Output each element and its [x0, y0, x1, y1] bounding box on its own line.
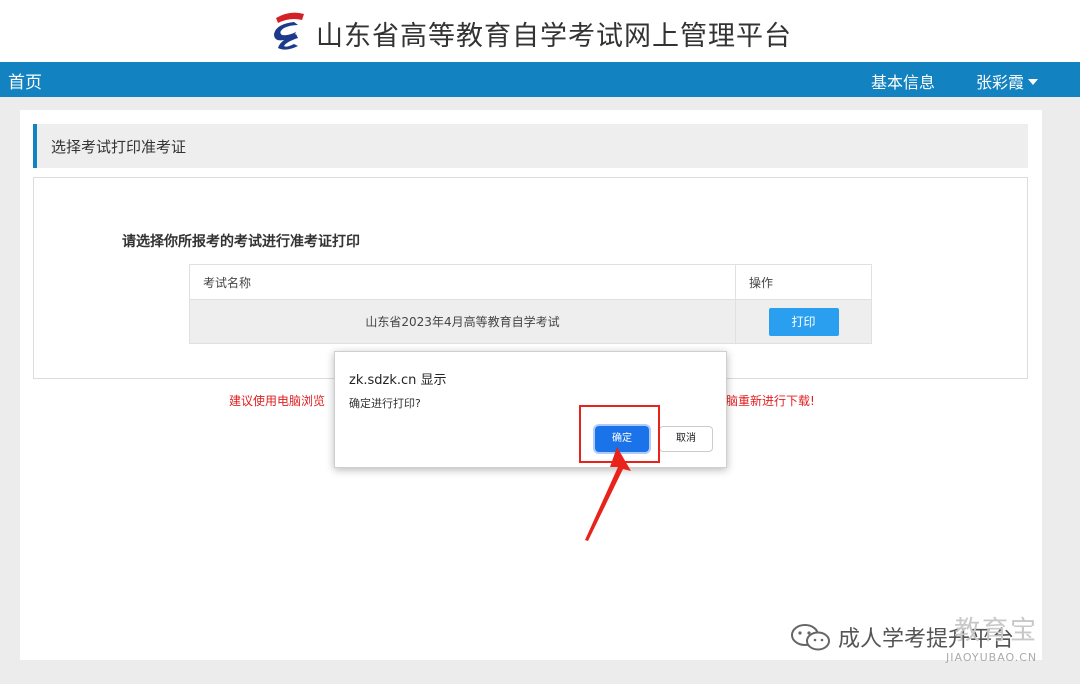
watermark: 成人学考提升平台 教育宝 JIAOYUBAO.CN	[786, 610, 1066, 666]
nav-home-link[interactable]: 首页	[8, 68, 42, 93]
watermark-domain: JIAOYUBAO.CN	[946, 651, 1038, 664]
column-header-exam-name: 考试名称	[189, 264, 736, 300]
watermark-brand: 教育宝	[954, 616, 1039, 646]
instruction-text: 请选择你所报考的考试进行准考证打印	[122, 234, 360, 250]
top-header: 山东省高等教育自学考试网上管理平台	[0, 0, 1080, 62]
notice-text-left: 建议使用电脑浏览	[229, 394, 326, 408]
wechat-icon	[791, 624, 830, 651]
panel-body: 请选择你所报考的考试进行准考证打印 考试名称 操作 山东省2023年4月高等教育…	[33, 177, 1028, 379]
print-button[interactable]: 打印	[768, 307, 839, 336]
column-header-action: 操作	[735, 264, 872, 300]
exam-name-cell: 山东省2023年4月高等教育自学考试	[189, 299, 736, 344]
exam-table: 考试名称 操作 山东省2023年4月高等教育自学考试 打印	[189, 264, 872, 344]
user-menu[interactable]: 张彩霞	[976, 69, 1039, 93]
platform-logo-icon	[274, 12, 304, 50]
notice-text-right: 脑重新进行下载!	[726, 394, 815, 408]
page-title: 选择考试打印准考证	[51, 138, 187, 156]
dialog-message: 确定进行打印?	[349, 397, 421, 410]
chevron-down-icon	[1028, 79, 1039, 85]
main-navbar: 首页 基本信息 张彩霞	[0, 62, 1080, 97]
table-header-row: 考试名称 操作	[189, 264, 872, 300]
table-row: 山东省2023年4月高等教育自学考试 打印	[189, 299, 872, 344]
nav-basic-info-link[interactable]: 基本信息	[871, 69, 935, 93]
annotation-arrow-icon	[585, 447, 631, 541]
panel-heading: 选择考试打印准考证	[33, 124, 1028, 168]
confirm-dialog: zk.sdzk.cn 显示 确定进行打印? 确定 取消	[334, 351, 727, 468]
action-cell: 打印	[735, 299, 872, 344]
dialog-title: zk.sdzk.cn 显示	[349, 373, 447, 388]
confirm-cancel-button[interactable]: 取消	[659, 426, 713, 452]
site-title: 山东省高等教育自学考试网上管理平台	[316, 21, 792, 52]
user-name: 张彩霞	[976, 73, 1025, 92]
